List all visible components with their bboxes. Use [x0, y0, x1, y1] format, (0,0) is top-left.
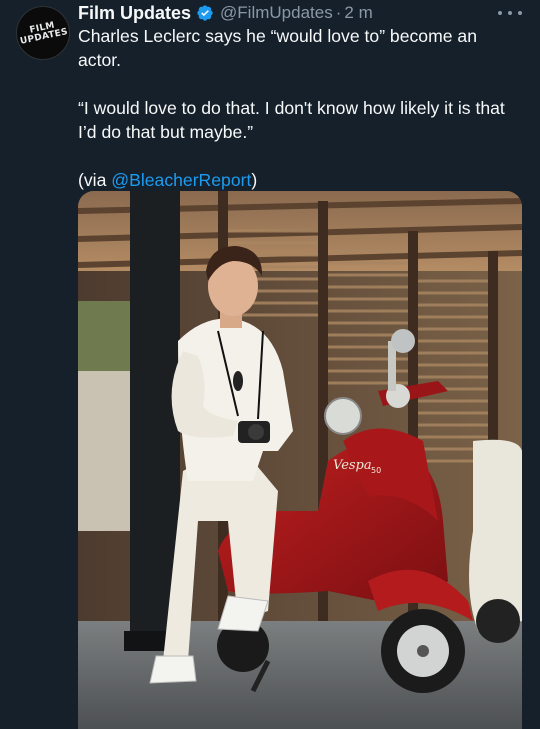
tweet: FILM UPDATES Film Updates @FilmUpdates ·…	[0, 0, 540, 729]
more-options-icon[interactable]	[498, 4, 522, 22]
tweet-header: Film Updates @FilmUpdates · 2 m	[78, 2, 373, 24]
tweet-quote: “I would love to do that. I don't know h…	[78, 98, 505, 142]
handle[interactable]: @FilmUpdates	[220, 3, 333, 23]
separator: ·	[335, 3, 342, 22]
display-name[interactable]: Film Updates	[78, 3, 191, 24]
via-suffix: )	[251, 170, 258, 190]
avatar-logo: FILM UPDATES	[19, 20, 69, 47]
mention-link[interactable]: @BleacherReport	[111, 170, 251, 190]
tweet-text: Charles Leclerc says he “would love to” …	[78, 24, 524, 192]
tweet-via: (via @BleacherReport)	[78, 168, 524, 192]
verified-badge-icon	[197, 5, 213, 21]
avatar[interactable]: FILM UPDATES	[16, 6, 70, 60]
via-prefix: (via	[78, 170, 112, 190]
photo-illustration: Vespa 50	[78, 191, 522, 729]
timestamp[interactable]: 2 m	[344, 3, 372, 23]
vespa-model: 50	[371, 466, 381, 475]
tweet-photo[interactable]: Vespa 50	[78, 191, 522, 729]
tweet-text-line: Charles Leclerc says he “would love to” …	[78, 26, 477, 70]
vespa-badge: Vespa	[333, 458, 372, 473]
